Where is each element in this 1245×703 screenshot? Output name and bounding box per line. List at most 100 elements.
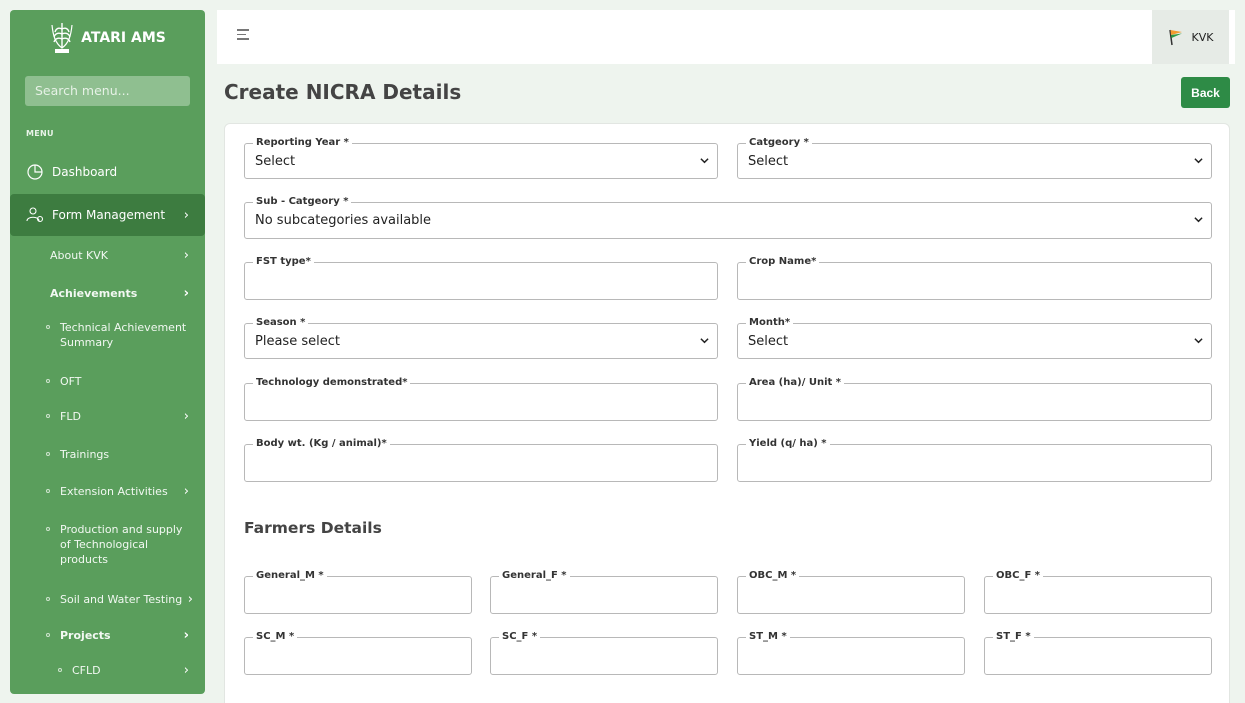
bullet-icon [46, 325, 50, 329]
sub-category-select[interactable]: Sub - Catgeory * No subcategories availa… [244, 196, 1212, 239]
chevron-right-icon: › [183, 285, 189, 301]
field-label: Season * [253, 317, 309, 329]
area-unit-input[interactable]: Area (ha)/ Unit * [737, 377, 1212, 421]
sidebar-item-label: Projects [60, 628, 111, 642]
field-label: OBC_M * [746, 570, 800, 582]
back-button[interactable]: Back [1181, 77, 1230, 108]
sidebar-item-label: Production and supply of Technological p… [60, 523, 183, 566]
chevron-right-icon: › [183, 247, 189, 263]
sidebar-item-label: CFLD [72, 663, 101, 677]
yield-input[interactable]: Yield (q/ ha) * [737, 438, 1212, 482]
field-value: No subcategories available [255, 213, 432, 228]
field-value: Please select [255, 334, 340, 349]
chevron-right-icon: › [183, 207, 189, 223]
field-label: Month* [746, 317, 794, 329]
sidebar-item-label: Dashboard [52, 165, 118, 179]
chevron-right-icon: › [187, 591, 193, 607]
sidebar-item-form-management[interactable]: Form Management › [10, 194, 205, 236]
bullet-icon [46, 527, 50, 531]
field-label: ST_M * [746, 631, 790, 643]
fst-type-input[interactable]: FST type* [244, 256, 718, 300]
chevron-right-icon: › [183, 627, 189, 643]
general-m-input[interactable]: General_M * [244, 570, 472, 614]
topbar: KVK [217, 10, 1235, 64]
chevron-down-icon [1194, 217, 1203, 223]
sidebar-item-label: Soil and Water Testing [60, 592, 183, 606]
obc-m-input[interactable]: OBC_M * [737, 570, 965, 614]
sidebar-item-technical-achievement-summary[interactable]: Technical Achievement Summary [10, 320, 205, 352]
obc-f-input[interactable]: OBC_F * [984, 570, 1212, 614]
chevron-down-icon [1194, 338, 1203, 344]
chevron-right-icon: › [183, 408, 189, 424]
st-m-input[interactable]: ST_M * [737, 631, 965, 675]
page-title: Create NICRA Details [224, 80, 462, 104]
field-label: Reporting Year * [253, 137, 352, 149]
bullet-icon [46, 633, 50, 637]
crop-name-input[interactable]: Crop Name* [737, 256, 1212, 300]
body-weight-input[interactable]: Body wt. (Kg / animal)* [244, 438, 718, 482]
user-menu[interactable]: KVK [1152, 10, 1229, 64]
field-value: Select [255, 154, 296, 169]
sidebar-item-cfld[interactable]: CFLD › [10, 661, 205, 679]
st-f-input[interactable]: ST_F * [984, 631, 1212, 675]
sidebar-item-achievements[interactable]: Achievements › [10, 284, 205, 302]
field-label: Yield (q/ ha) * [746, 438, 830, 450]
sidebar-item-oft[interactable]: OFT [10, 372, 205, 390]
technology-demonstrated-input[interactable]: Technology demonstrated* [244, 377, 718, 421]
chevron-down-icon [700, 158, 709, 164]
chevron-right-icon: › [183, 662, 189, 678]
general-f-input[interactable]: General_F * [490, 570, 718, 614]
field-label: Area (ha)/ Unit * [746, 377, 844, 389]
season-select[interactable]: Season * Please select [244, 317, 718, 359]
sidebar-item-fld[interactable]: FLD › [10, 407, 205, 425]
users-gear-icon [26, 207, 44, 223]
reporting-year-select[interactable]: Reporting Year * Select [244, 137, 718, 179]
bullet-icon [46, 379, 50, 383]
bullet-icon [58, 668, 62, 672]
menu-heading: MENU [26, 129, 54, 138]
bullet-icon [46, 597, 50, 601]
field-value: Select [748, 334, 789, 349]
sidebar-item-label: Achievements [50, 286, 138, 300]
sc-f-input[interactable]: SC_F * [490, 631, 718, 675]
brand-name: ATARI AMS [81, 30, 166, 46]
sidebar-item-projects[interactable]: Projects › [10, 626, 205, 644]
sidebar-item-label: Form Management [52, 208, 166, 222]
chevron-down-icon [700, 338, 709, 344]
field-label: SC_F * [499, 631, 541, 643]
sidebar-item-label: Trainings [60, 447, 110, 461]
sidebar-item-about-kvk[interactable]: About KVK › [10, 246, 205, 264]
sidebar-item-production-supply[interactable]: Production and supply of Technological p… [10, 522, 205, 570]
field-label: ST_F * [993, 631, 1034, 643]
field-label: Sub - Catgeory * [253, 196, 352, 208]
farmers-details-heading: Farmers Details [244, 519, 382, 537]
sidebar-item-extension-activities[interactable]: Extension Activities › [10, 482, 205, 500]
sidebar-item-label: About KVK [50, 248, 108, 262]
sidebar-item-label: OFT [60, 374, 82, 388]
month-select[interactable]: Month* Select [737, 317, 1212, 359]
chevron-down-icon [1194, 158, 1203, 164]
pie-chart-icon [27, 164, 43, 180]
hamburger-icon[interactable] [237, 29, 249, 43]
bullet-icon [46, 452, 50, 456]
sidebar-item-trainings[interactable]: Trainings [10, 445, 205, 463]
sc-m-input[interactable]: SC_M * [244, 631, 472, 675]
icar-logo-icon [51, 23, 73, 53]
field-label: Technology demonstrated* [253, 377, 411, 389]
sidebar: ATARI AMS Search menu... MENU Dashboard … [10, 10, 205, 694]
brand[interactable]: ATARI AMS [10, 10, 205, 66]
field-value: Select [748, 154, 789, 169]
field-label: General_M * [253, 570, 327, 582]
field-label: SC_M * [253, 631, 298, 643]
category-select[interactable]: Catgeory * Select [737, 137, 1212, 179]
field-label: Body wt. (Kg / animal)* [253, 438, 390, 450]
sidebar-item-label: Extension Activities [60, 484, 168, 498]
field-label: FST type* [253, 256, 314, 268]
sidebar-item-dashboard[interactable]: Dashboard [10, 160, 205, 184]
india-flag-icon [1168, 29, 1182, 46]
sidebar-item-soil-water-testing[interactable]: Soil and Water Testing › [10, 590, 205, 608]
search-menu-input[interactable]: Search menu... [25, 76, 190, 106]
field-label: Catgeory * [746, 137, 812, 149]
field-label: General_F * [499, 570, 570, 582]
user-label: KVK [1191, 30, 1214, 44]
